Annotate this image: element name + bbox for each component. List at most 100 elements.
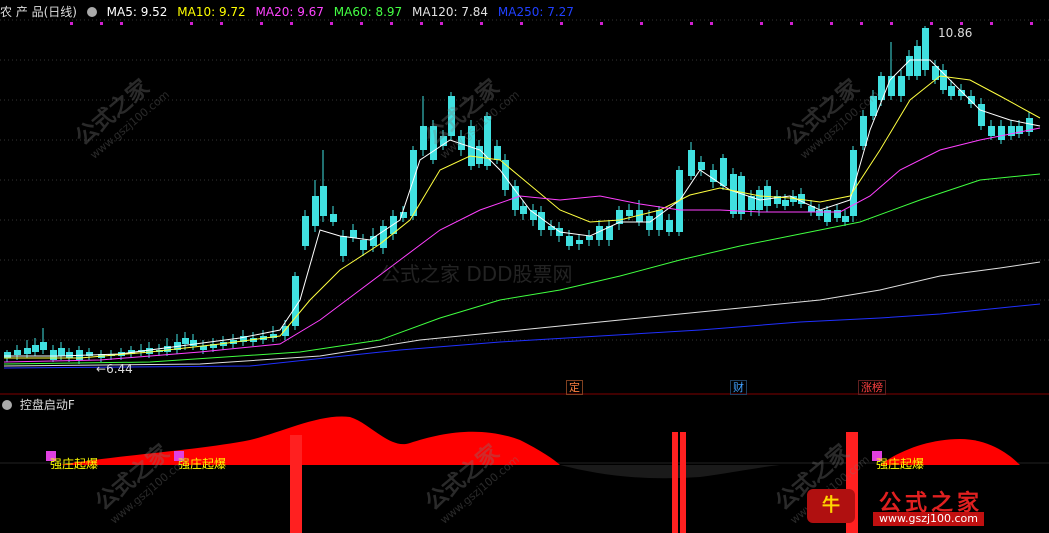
candle-body	[586, 236, 593, 240]
indicator-header: 农 产 品(日线) MA5: 9.52 MA10: 9.72 MA20: 9.6…	[0, 4, 580, 20]
center-watermark: 公式之家 DDD股票网	[380, 262, 573, 286]
candle-body	[66, 352, 73, 358]
ma250-line	[3, 303, 1041, 369]
candle-body	[998, 126, 1005, 140]
candle-body	[842, 216, 849, 222]
candle-body	[520, 206, 527, 214]
sub-indicator-panel[interactable]: 控盘启动F 强庄起爆 强庄起爆 强庄起爆 公式之家 www.gszj100.com…	[0, 395, 1049, 533]
candle-body	[32, 345, 39, 352]
candle-body	[698, 162, 705, 170]
stock-title: 农 产 品(日线)	[0, 5, 77, 19]
candle-body	[968, 96, 975, 104]
top-marker-dot	[420, 22, 423, 25]
candle-body	[330, 214, 337, 222]
main-chart-panel[interactable]: 农 产 品(日线) MA5: 9.52 MA10: 9.72 MA20: 9.6…	[0, 0, 1049, 395]
candle-body	[360, 240, 367, 250]
candle-body	[688, 150, 695, 176]
signal-bar	[290, 435, 296, 533]
top-marker-dot	[290, 22, 293, 25]
top-marker-dot	[890, 22, 893, 25]
top-marker-dot	[560, 22, 563, 25]
candle-body	[914, 46, 921, 76]
top-marker-dot	[480, 22, 483, 25]
top-marker-dot	[220, 22, 223, 25]
top-marker-dot	[930, 22, 933, 25]
candle-body	[906, 56, 913, 76]
control-area-negative	[560, 465, 780, 479]
site-logo: 牛 公式之家 www.gszj100.com	[801, 485, 1041, 527]
signal-label: 强庄起爆	[876, 457, 925, 471]
high-price-label: 10.86	[938, 26, 973, 40]
candle-body	[988, 126, 995, 136]
top-marker-dot	[440, 22, 443, 25]
signal-label: 强庄起爆	[50, 457, 99, 471]
candle-body	[646, 216, 653, 230]
candle-body	[320, 186, 327, 216]
ma60-value: MA60: 8.97	[333, 5, 403, 19]
candle-body	[282, 326, 289, 336]
candle-body	[190, 340, 197, 346]
ma250-value: MA250: 7.27	[497, 5, 574, 19]
candle-body	[626, 210, 633, 216]
candle-body	[40, 342, 47, 350]
candle-body	[530, 210, 537, 220]
ma120-value: MA120: 7.84	[412, 5, 489, 19]
candle-body	[566, 236, 573, 246]
candle-body	[302, 216, 309, 246]
candle-body	[292, 276, 299, 326]
candle-body	[782, 200, 789, 206]
candle-body	[816, 210, 823, 216]
candle-body	[24, 348, 31, 354]
top-marker-dot	[690, 22, 693, 25]
top-marker-dot	[990, 22, 993, 25]
top-marker-dot	[100, 22, 103, 25]
top-marker-dot	[860, 22, 863, 25]
candle-body	[4, 352, 11, 358]
candle-body	[730, 174, 737, 214]
candle-body	[898, 76, 905, 96]
top-marker-dot	[960, 22, 963, 25]
top-marker-dot	[260, 22, 263, 25]
settings-gear-icon[interactable]	[2, 400, 12, 410]
candlestick-chart[interactable]	[0, 0, 1049, 395]
candle-body	[538, 212, 545, 230]
candle-body	[58, 348, 65, 356]
event-tag-ding[interactable]: 定	[566, 380, 583, 395]
signal-bar	[672, 432, 678, 533]
ma20-value: MA20: 9.67	[255, 5, 324, 19]
settings-gear-icon[interactable]	[86, 7, 97, 17]
top-marker-dot	[390, 22, 393, 25]
top-marker-dot	[760, 22, 763, 25]
candle-body	[860, 116, 867, 146]
candle-body	[978, 104, 985, 126]
sub-panel-header: 控盘启动F	[0, 397, 75, 413]
top-marker-dot	[710, 22, 713, 25]
top-marker-dot	[1030, 22, 1033, 25]
top-marker-dot	[600, 22, 603, 25]
ma10-line	[4, 75, 1041, 359]
signal-bar	[296, 435, 302, 533]
top-marker-dot	[520, 22, 523, 25]
ma10-value: MA10: 9.72	[177, 5, 246, 19]
event-tag-zhangbang[interactable]: 涨榜	[858, 380, 886, 395]
top-marker-dot	[190, 22, 193, 25]
top-marker-dot	[70, 22, 73, 25]
candle-body	[350, 230, 357, 238]
candle-body	[922, 28, 929, 70]
top-marker-dot	[330, 22, 333, 25]
candle-body	[948, 86, 955, 96]
low-price-label: ←6.44	[96, 362, 133, 376]
top-marker-dot	[640, 22, 643, 25]
candle-body	[666, 220, 673, 232]
top-marker-dot	[830, 22, 833, 25]
event-tag-cai[interactable]: 财	[730, 380, 747, 395]
top-marker-dot	[120, 22, 123, 25]
candle-body	[720, 158, 727, 186]
low-price-value: 6.44	[106, 362, 133, 376]
top-marker-dot	[790, 22, 793, 25]
candle-body	[14, 350, 21, 355]
candle-body	[182, 338, 189, 344]
candle-body	[576, 240, 583, 244]
candle-body	[146, 348, 153, 354]
signal-bar	[680, 432, 686, 533]
